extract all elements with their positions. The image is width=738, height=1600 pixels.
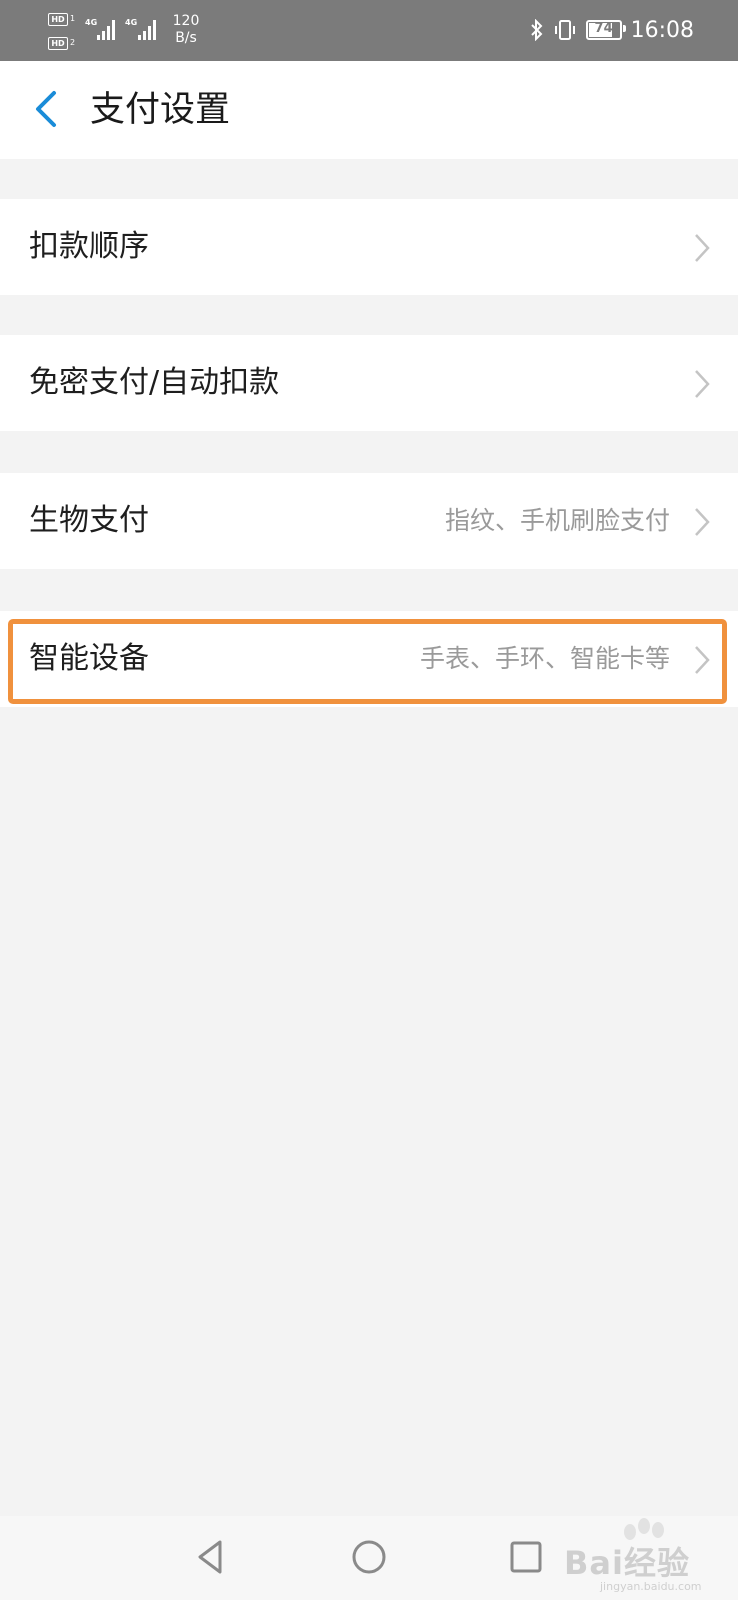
settings-item-biometric-payment[interactable]: 生物支付 指纹、手机刷脸支付 [0, 473, 738, 569]
sim-index-1: 1 [70, 14, 76, 23]
back-arrow-icon[interactable] [28, 86, 68, 132]
watermark-subtext: jingyan.baidu.com [600, 1580, 702, 1593]
settings-item-password-free-payment[interactable]: 免密支付/自动扣款 [0, 335, 738, 431]
hd-badge-1: HD [48, 13, 68, 26]
network-speed: 120 B/s [168, 13, 204, 47]
battery-level: 74 [594, 21, 613, 36]
battery-icon: 74 [585, 20, 626, 40]
chevron-right-icon [695, 370, 710, 398]
page-title: 支付设置 [90, 90, 231, 130]
chevron-right-icon [695, 234, 710, 262]
sim-index-2: 2 [70, 38, 76, 47]
nav-recents-icon[interactable] [505, 1536, 547, 1578]
settings-item-label: 扣款顺序 [29, 229, 149, 264]
settings-item-value: 指纹、手机刷脸支付 [444, 506, 670, 535]
settings-item-deduction-order[interactable]: 扣款顺序 [0, 199, 738, 295]
app-header: 支付设置 [0, 61, 738, 159]
network-type-2: 4G [125, 18, 138, 27]
clock: 16:08 [630, 17, 694, 43]
network-type-1: 4G [85, 18, 98, 27]
watermark-text: Bai经验 [564, 1544, 690, 1582]
bluetooth-icon [530, 19, 543, 41]
status-bar: HD 1 HD 2 4G 4G 120 B/s 74 16:08 [0, 0, 738, 61]
hd-badge-2: HD [48, 37, 68, 50]
speed-unit: B/s [175, 30, 197, 46]
signal-icon [138, 18, 158, 40]
highlight-box [8, 619, 727, 704]
speed-value: 120 [172, 13, 200, 29]
signal-icon [97, 18, 117, 40]
chevron-right-icon [695, 508, 710, 536]
nav-home-icon[interactable] [348, 1536, 390, 1578]
nav-back-icon[interactable] [190, 1536, 232, 1578]
settings-item-label: 生物支付 [29, 503, 149, 538]
settings-item-label: 免密支付/自动扣款 [29, 365, 280, 400]
vibrate-icon [554, 20, 575, 40]
